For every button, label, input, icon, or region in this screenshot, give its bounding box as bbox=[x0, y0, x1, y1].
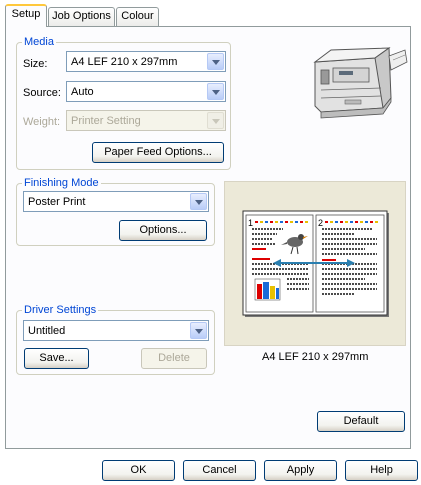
finishing-options-button[interactable]: Options... bbox=[119, 220, 207, 241]
default-button[interactable]: Default bbox=[317, 411, 405, 432]
driver-settings-title: Driver Settings bbox=[22, 304, 99, 316]
tab-setup-label: Setup bbox=[11, 8, 41, 20]
source-select[interactable]: Auto bbox=[66, 81, 226, 102]
preview-page-number: 2 bbox=[318, 218, 323, 228]
finishing-mode-value: Poster Print bbox=[28, 196, 86, 208]
tab-job-options[interactable]: Job Options bbox=[48, 7, 115, 26]
apply-button[interactable]: Apply bbox=[264, 460, 337, 481]
preview-page-number: 1 bbox=[248, 218, 253, 228]
tab-job-options-label: Job Options bbox=[52, 10, 111, 22]
source-label: Source: bbox=[23, 87, 61, 99]
save-button[interactable]: Save... bbox=[24, 348, 89, 369]
delete-button: Delete bbox=[141, 348, 207, 369]
help-button[interactable]: Help bbox=[345, 460, 418, 481]
chevron-down-icon[interactable] bbox=[190, 193, 207, 210]
source-select-value: Auto bbox=[71, 86, 94, 98]
driver-settings-select[interactable]: Untitled bbox=[23, 320, 209, 341]
driver-settings-value: Untitled bbox=[28, 325, 66, 337]
chevron-down-icon bbox=[207, 112, 224, 129]
chevron-down-icon[interactable] bbox=[190, 322, 207, 339]
weight-select: Printer Setting bbox=[66, 110, 226, 131]
poster-preview-image: 1 2 bbox=[242, 210, 389, 317]
weight-select-value: Printer Setting bbox=[71, 115, 141, 127]
cancel-button[interactable]: Cancel bbox=[183, 460, 256, 481]
chevron-down-icon[interactable] bbox=[207, 83, 224, 100]
weight-label: Weight: bbox=[23, 116, 61, 128]
poster-preview-area: 1 2 bbox=[224, 181, 406, 346]
finishing-mode-title: Finishing Mode bbox=[22, 177, 101, 189]
media-group-title: Media bbox=[22, 36, 56, 48]
tab-colour[interactable]: Colour bbox=[116, 7, 159, 26]
printer-icon bbox=[313, 47, 408, 119]
tab-setup[interactable]: Setup bbox=[5, 4, 47, 27]
chevron-down-icon[interactable] bbox=[207, 53, 224, 70]
tab-colour-label: Colour bbox=[121, 10, 154, 22]
preview-caption: A4 LEF 210 x 297mm bbox=[262, 351, 369, 363]
paper-feed-options-button[interactable]: Paper Feed Options... bbox=[92, 142, 224, 163]
ok-button[interactable]: OK bbox=[102, 460, 175, 481]
size-select-value: A4 LEF 210 x 297mm bbox=[71, 56, 178, 68]
size-label: Size: bbox=[23, 58, 48, 70]
finishing-mode-select[interactable]: Poster Print bbox=[23, 191, 209, 212]
size-select[interactable]: A4 LEF 210 x 297mm bbox=[66, 51, 226, 72]
